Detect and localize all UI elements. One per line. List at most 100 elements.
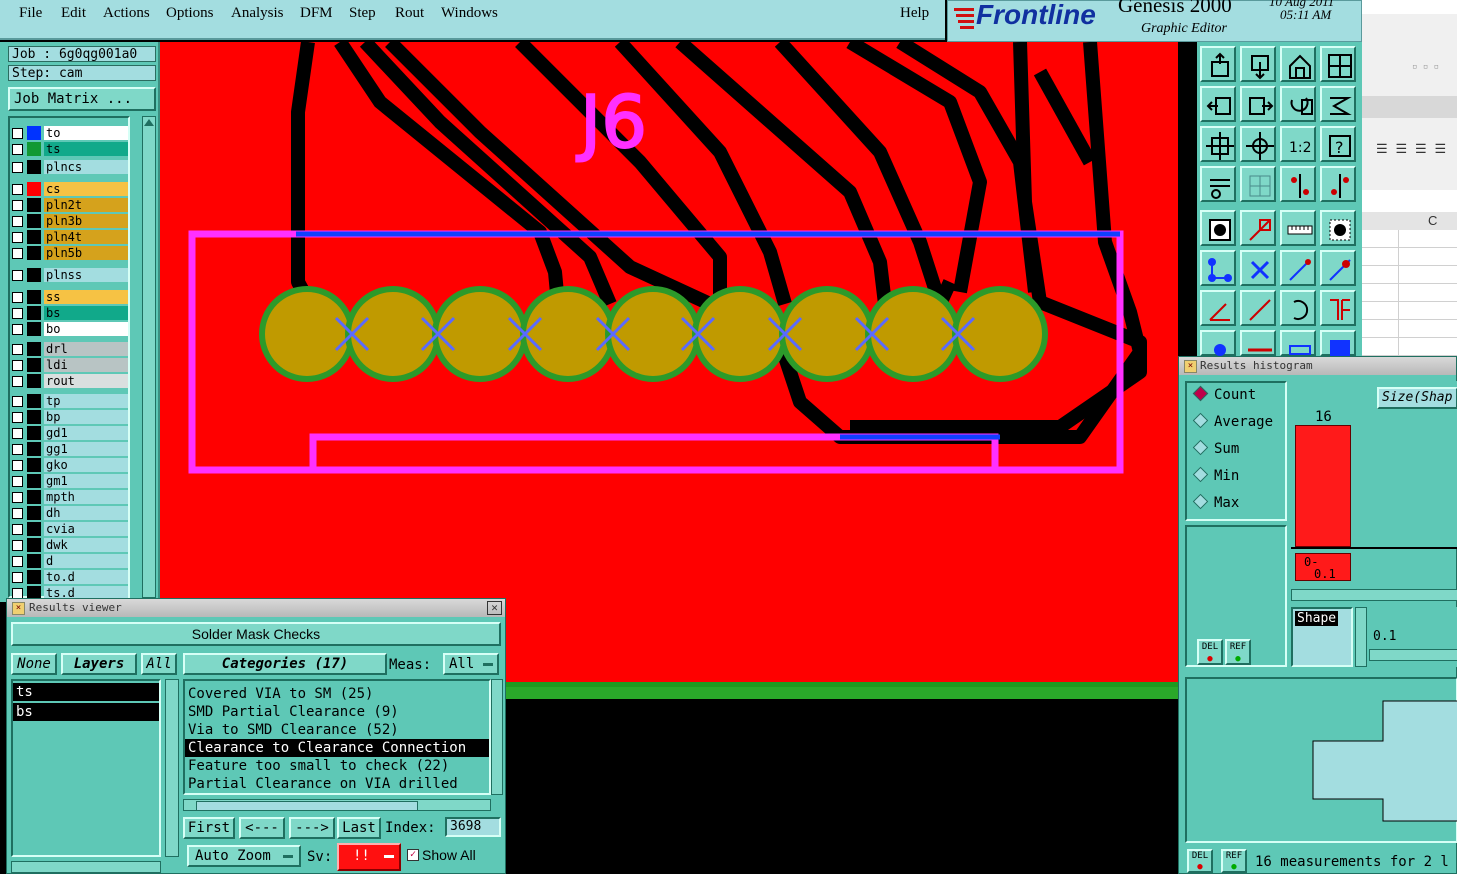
category-item[interactable]: Via to SMD Clearance (52) <box>185 721 489 739</box>
menu-analysis[interactable]: Analysis <box>231 5 284 22</box>
layer-list-scrollbar[interactable] <box>142 116 156 598</box>
select-tool-button[interactable] <box>1320 330 1356 360</box>
layer-name[interactable]: cs <box>44 182 128 196</box>
layer-row-pln2t[interactable]: pln2t <box>12 198 128 213</box>
layer-checkbox[interactable] <box>12 308 23 319</box>
layer-checkbox[interactable] <box>12 216 23 227</box>
zoom-center-tool-button[interactable] <box>1240 126 1276 162</box>
layer-checkbox[interactable] <box>12 200 23 211</box>
layer-checkbox[interactable] <box>12 292 23 303</box>
layer-checkbox[interactable] <box>12 344 23 355</box>
layer-color-swatch[interactable] <box>27 554 41 568</box>
window-menu-icon[interactable]: × <box>12 602 25 615</box>
layer-row-rout[interactable]: rout <box>12 374 128 389</box>
layer-color-swatch[interactable] <box>27 306 41 320</box>
severity-dropdown[interactable]: !! <box>337 843 401 871</box>
menu-file[interactable]: File <box>19 5 42 22</box>
line-dot-tool-button[interactable] <box>1280 250 1316 286</box>
help-tool-button[interactable]: ? <box>1320 126 1356 162</box>
layer-color-swatch[interactable] <box>27 182 41 196</box>
layer-row-dwk[interactable]: dwk <box>12 538 128 553</box>
layer-list-hscrollbar[interactable] <box>11 861 161 873</box>
menu-rout[interactable]: Rout <box>395 5 424 22</box>
none-button[interactable]: None <box>11 653 57 675</box>
result-layer-item[interactable]: ts <box>13 683 159 701</box>
histogram-bar[interactable] <box>1295 425 1351 547</box>
category-list-vscrollbar[interactable] <box>491 679 503 795</box>
scale-1to2-tool-button[interactable]: 1:2 <box>1280 126 1316 162</box>
layer-name[interactable]: cvia <box>44 522 128 536</box>
layer-color-swatch[interactable] <box>27 458 41 472</box>
mode-radio-average[interactable]: Average <box>1192 412 1273 430</box>
layer-color-swatch[interactable] <box>27 374 41 388</box>
layer-color-swatch[interactable] <box>27 474 41 488</box>
layer-name[interactable]: bp <box>44 410 128 424</box>
layer-name[interactable]: plnss <box>44 268 128 282</box>
layer-color-swatch[interactable] <box>27 126 41 140</box>
prev-button[interactable]: <--- <box>239 817 285 839</box>
index-input[interactable]: 3698 <box>445 817 501 837</box>
snap-tool-button[interactable] <box>1280 166 1316 202</box>
pad-8[interactable] <box>865 286 961 382</box>
pan-right-tool-button[interactable] <box>1240 86 1276 122</box>
layer-name[interactable]: mpth <box>44 490 128 504</box>
split-tool-button[interactable] <box>1320 290 1356 326</box>
mode-radio-count[interactable]: Count <box>1192 385 1256 403</box>
layer-name[interactable]: gg1 <box>44 442 128 456</box>
layer-checkbox[interactable] <box>12 572 23 583</box>
layer-row-pln4t[interactable]: pln4t <box>12 230 128 245</box>
layer-checkbox[interactable] <box>12 144 23 155</box>
zoom-fit-tool-button[interactable] <box>1200 126 1236 162</box>
menu-edit[interactable]: Edit <box>61 5 86 22</box>
category-item[interactable]: Clearance to Clearance Connection <box>185 739 489 757</box>
layer-row-gko[interactable]: gko <box>12 458 128 473</box>
category-item[interactable]: Covered VIA to SM (25) <box>185 685 489 703</box>
category-list[interactable]: Covered VIA to SM (25) SMD Partial Cleara… <box>183 679 491 795</box>
move-down-tool-button[interactable] <box>1240 46 1276 82</box>
layer-list-vscrollbar[interactable] <box>165 679 179 857</box>
layer-color-swatch[interactable] <box>27 198 41 212</box>
layer-checkbox[interactable] <box>12 128 23 139</box>
zoom-mode-dropdown[interactable]: Auto Zoom <box>187 845 301 867</box>
layer-row-cs[interactable]: cs <box>12 182 128 197</box>
layer-row-plnss[interactable]: plnss <box>12 268 128 283</box>
reference-button[interactable]: REF ● <box>1225 639 1251 665</box>
shape-list[interactable]: Shape <box>1291 607 1353 667</box>
layer-name[interactable]: dh <box>44 506 128 520</box>
show-all-checkbox[interactable]: ✓ <box>407 849 419 861</box>
layer-row-bo[interactable]: bo <box>12 322 128 337</box>
layer-checkbox[interactable] <box>12 396 23 407</box>
layer-result-list[interactable]: ts bs <box>11 679 161 857</box>
layer-row-cvia[interactable]: cvia <box>12 522 128 537</box>
radio-indicator-icon[interactable] <box>1192 466 1209 483</box>
diagonal-tool-button[interactable] <box>1240 290 1276 326</box>
layer-row-ss[interactable]: ss <box>12 290 128 305</box>
layer-row-gm1[interactable]: gm1 <box>12 474 128 489</box>
layer-row-ldi[interactable]: ldi <box>12 358 128 373</box>
step-tool-button[interactable] <box>1320 86 1356 122</box>
last-button[interactable]: Last <box>337 817 381 839</box>
layer-name[interactable]: pln5b <box>44 246 128 260</box>
radio-indicator-icon[interactable] <box>1192 493 1209 510</box>
layer-checkbox[interactable] <box>12 270 23 281</box>
target-tool-button[interactable] <box>1320 210 1356 246</box>
layer-color-swatch[interactable] <box>27 322 41 336</box>
delete-button[interactable]: DEL ● <box>1197 639 1223 665</box>
shape-list-scrollbar[interactable] <box>1355 607 1367 667</box>
menu-windows[interactable]: Windows <box>441 5 498 22</box>
layer-checkbox[interactable] <box>12 524 23 535</box>
layer-color-swatch[interactable] <box>27 522 41 536</box>
layer-row-drl[interactable]: drl <box>12 342 128 357</box>
layer-checkbox[interactable] <box>12 412 23 423</box>
layer-name[interactable]: tp <box>44 394 128 408</box>
layer-checkbox[interactable] <box>12 360 23 371</box>
layer-row-bs[interactable]: bs <box>12 306 128 321</box>
layer-checkbox[interactable] <box>12 248 23 259</box>
layer-color-swatch[interactable] <box>27 290 41 304</box>
measure-tool-button[interactable] <box>1200 166 1236 202</box>
radio-indicator-icon[interactable] <box>1192 439 1209 456</box>
pad-5[interactable] <box>605 286 701 382</box>
layer-color-swatch[interactable] <box>27 410 41 424</box>
layer-name[interactable]: rout <box>44 374 128 388</box>
window-tool-button[interactable] <box>1320 46 1356 82</box>
